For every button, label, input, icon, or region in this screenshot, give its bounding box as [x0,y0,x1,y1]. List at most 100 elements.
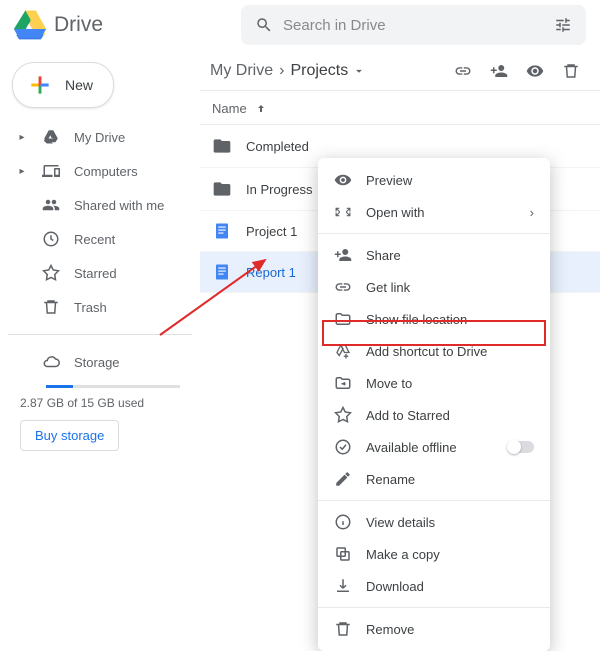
file-name: Completed [246,139,309,154]
app-header: Drive [0,0,600,50]
add-drive-icon [334,342,352,360]
clock-icon [42,230,60,248]
sidebar-item-starred[interactable]: Starred [8,256,192,290]
tune-icon[interactable] [554,16,572,34]
folder-icon [212,136,232,156]
context-menu: Preview Open with› Share Get link Show f… [318,158,550,651]
offline-icon [334,438,352,456]
sidebar-item-computers[interactable]: ▸ Computers [8,154,192,188]
ctx-remove[interactable]: Remove [318,613,550,645]
breadcrumb-root[interactable]: My Drive [210,62,273,80]
trash-icon[interactable] [562,62,580,80]
sidebar-item-label: Starred [74,266,117,281]
ctx-add-shortcut[interactable]: Add shortcut to Drive [318,335,550,367]
sidebar-item-label: Recent [74,232,115,247]
search-bar[interactable] [241,5,586,45]
sidebar-item-label: My Drive [74,130,125,145]
ctx-label: Download [366,579,534,594]
eye-icon[interactable] [526,62,544,80]
offline-toggle[interactable] [508,441,534,453]
person-add-icon[interactable] [490,62,508,80]
openwith-icon [334,203,352,221]
copy-icon [334,545,352,563]
docs-icon [212,222,232,240]
cloud-icon [42,353,60,371]
ctx-get-link[interactable]: Get link [318,271,550,303]
eye-icon [334,171,352,189]
ctx-share[interactable]: Share [318,239,550,271]
sidebar-item-shared[interactable]: Shared with me [8,188,192,222]
person-add-icon [334,246,352,264]
download-icon [334,577,352,595]
chevron-right-icon: › [279,62,284,80]
ctx-label: Move to [366,376,534,391]
ctx-add-starred[interactable]: Add to Starred [318,399,550,431]
sort-arrow-icon [255,103,267,115]
ctx-label: Get link [366,280,534,295]
ctx-label: Add shortcut to Drive [366,344,534,359]
rename-icon [334,470,352,488]
breadcrumb: My Drive › Projects [210,62,366,80]
docs-icon [212,263,232,281]
ctx-show-location[interactable]: Show file location [318,303,550,335]
ctx-label: Preview [366,173,534,188]
ctx-label: Rename [366,472,534,487]
sidebar: New ▸ My Drive ▸ Computers Shared with m… [0,50,200,563]
search-icon [255,16,273,34]
app-name: Drive [54,13,103,37]
sidebar-item-storage[interactable]: Storage [8,345,192,379]
ctx-label: Available offline [366,440,494,455]
ctx-label: Add to Starred [366,408,534,423]
new-button[interactable]: New [12,62,114,108]
ctx-rename[interactable]: Rename [318,463,550,495]
trash-icon [42,298,60,316]
ctx-view-details[interactable]: View details [318,506,550,538]
breadcrumb-current[interactable]: Projects [290,62,366,80]
ctx-label: View details [366,515,534,530]
file-name: Report 1 [246,265,296,280]
storage-text: 2.87 GB of 15 GB used [20,396,180,410]
buy-storage-button[interactable]: Buy storage [20,420,119,451]
dropdown-icon [352,64,366,78]
ctx-move-to[interactable]: Move to [318,367,550,399]
sidebar-item-label: Storage [74,355,120,370]
ctx-label: Share [366,248,534,263]
ctx-preview[interactable]: Preview [318,164,550,196]
sidebar-item-label: Trash [74,300,107,315]
ctx-label: Make a copy [366,547,534,562]
ctx-label: Show file location [366,312,534,327]
ctx-label: Open with [366,205,516,220]
search-input[interactable] [283,17,544,34]
sidebar-item-label: Computers [74,164,138,179]
ctx-open-with[interactable]: Open with› [318,196,550,228]
ctx-download[interactable]: Download [318,570,550,602]
column-name-label: Name [212,101,247,116]
plus-icon [27,72,53,98]
sidebar-item-recent[interactable]: Recent [8,222,192,256]
star-icon [334,406,352,424]
sidebar-item-mydrive[interactable]: ▸ My Drive [8,120,192,154]
folder-icon [212,179,232,199]
star-icon [42,264,60,282]
file-name: Project 1 [246,224,297,239]
ctx-label: Remove [366,622,534,637]
storage-meter [46,385,180,388]
chevron-right-icon: ▸ [16,132,28,143]
devices-icon [42,162,60,180]
move-icon [334,374,352,392]
drive-logo-icon [14,9,46,41]
sidebar-item-label: Shared with me [74,198,164,213]
toolbar-row: My Drive › Projects [200,50,600,90]
toolbar-actions [454,62,580,80]
drive-icon [42,128,60,146]
ctx-make-copy[interactable]: Make a copy [318,538,550,570]
app-logo[interactable]: Drive [14,9,103,41]
link-icon [334,278,352,296]
file-name: In Progress [246,182,312,197]
breadcrumb-current-label: Projects [290,62,348,80]
new-button-label: New [65,77,93,93]
ctx-available-offline[interactable]: Available offline [318,431,550,463]
column-header[interactable]: Name [200,91,600,125]
sidebar-item-trash[interactable]: Trash [8,290,192,324]
link-icon[interactable] [454,62,472,80]
